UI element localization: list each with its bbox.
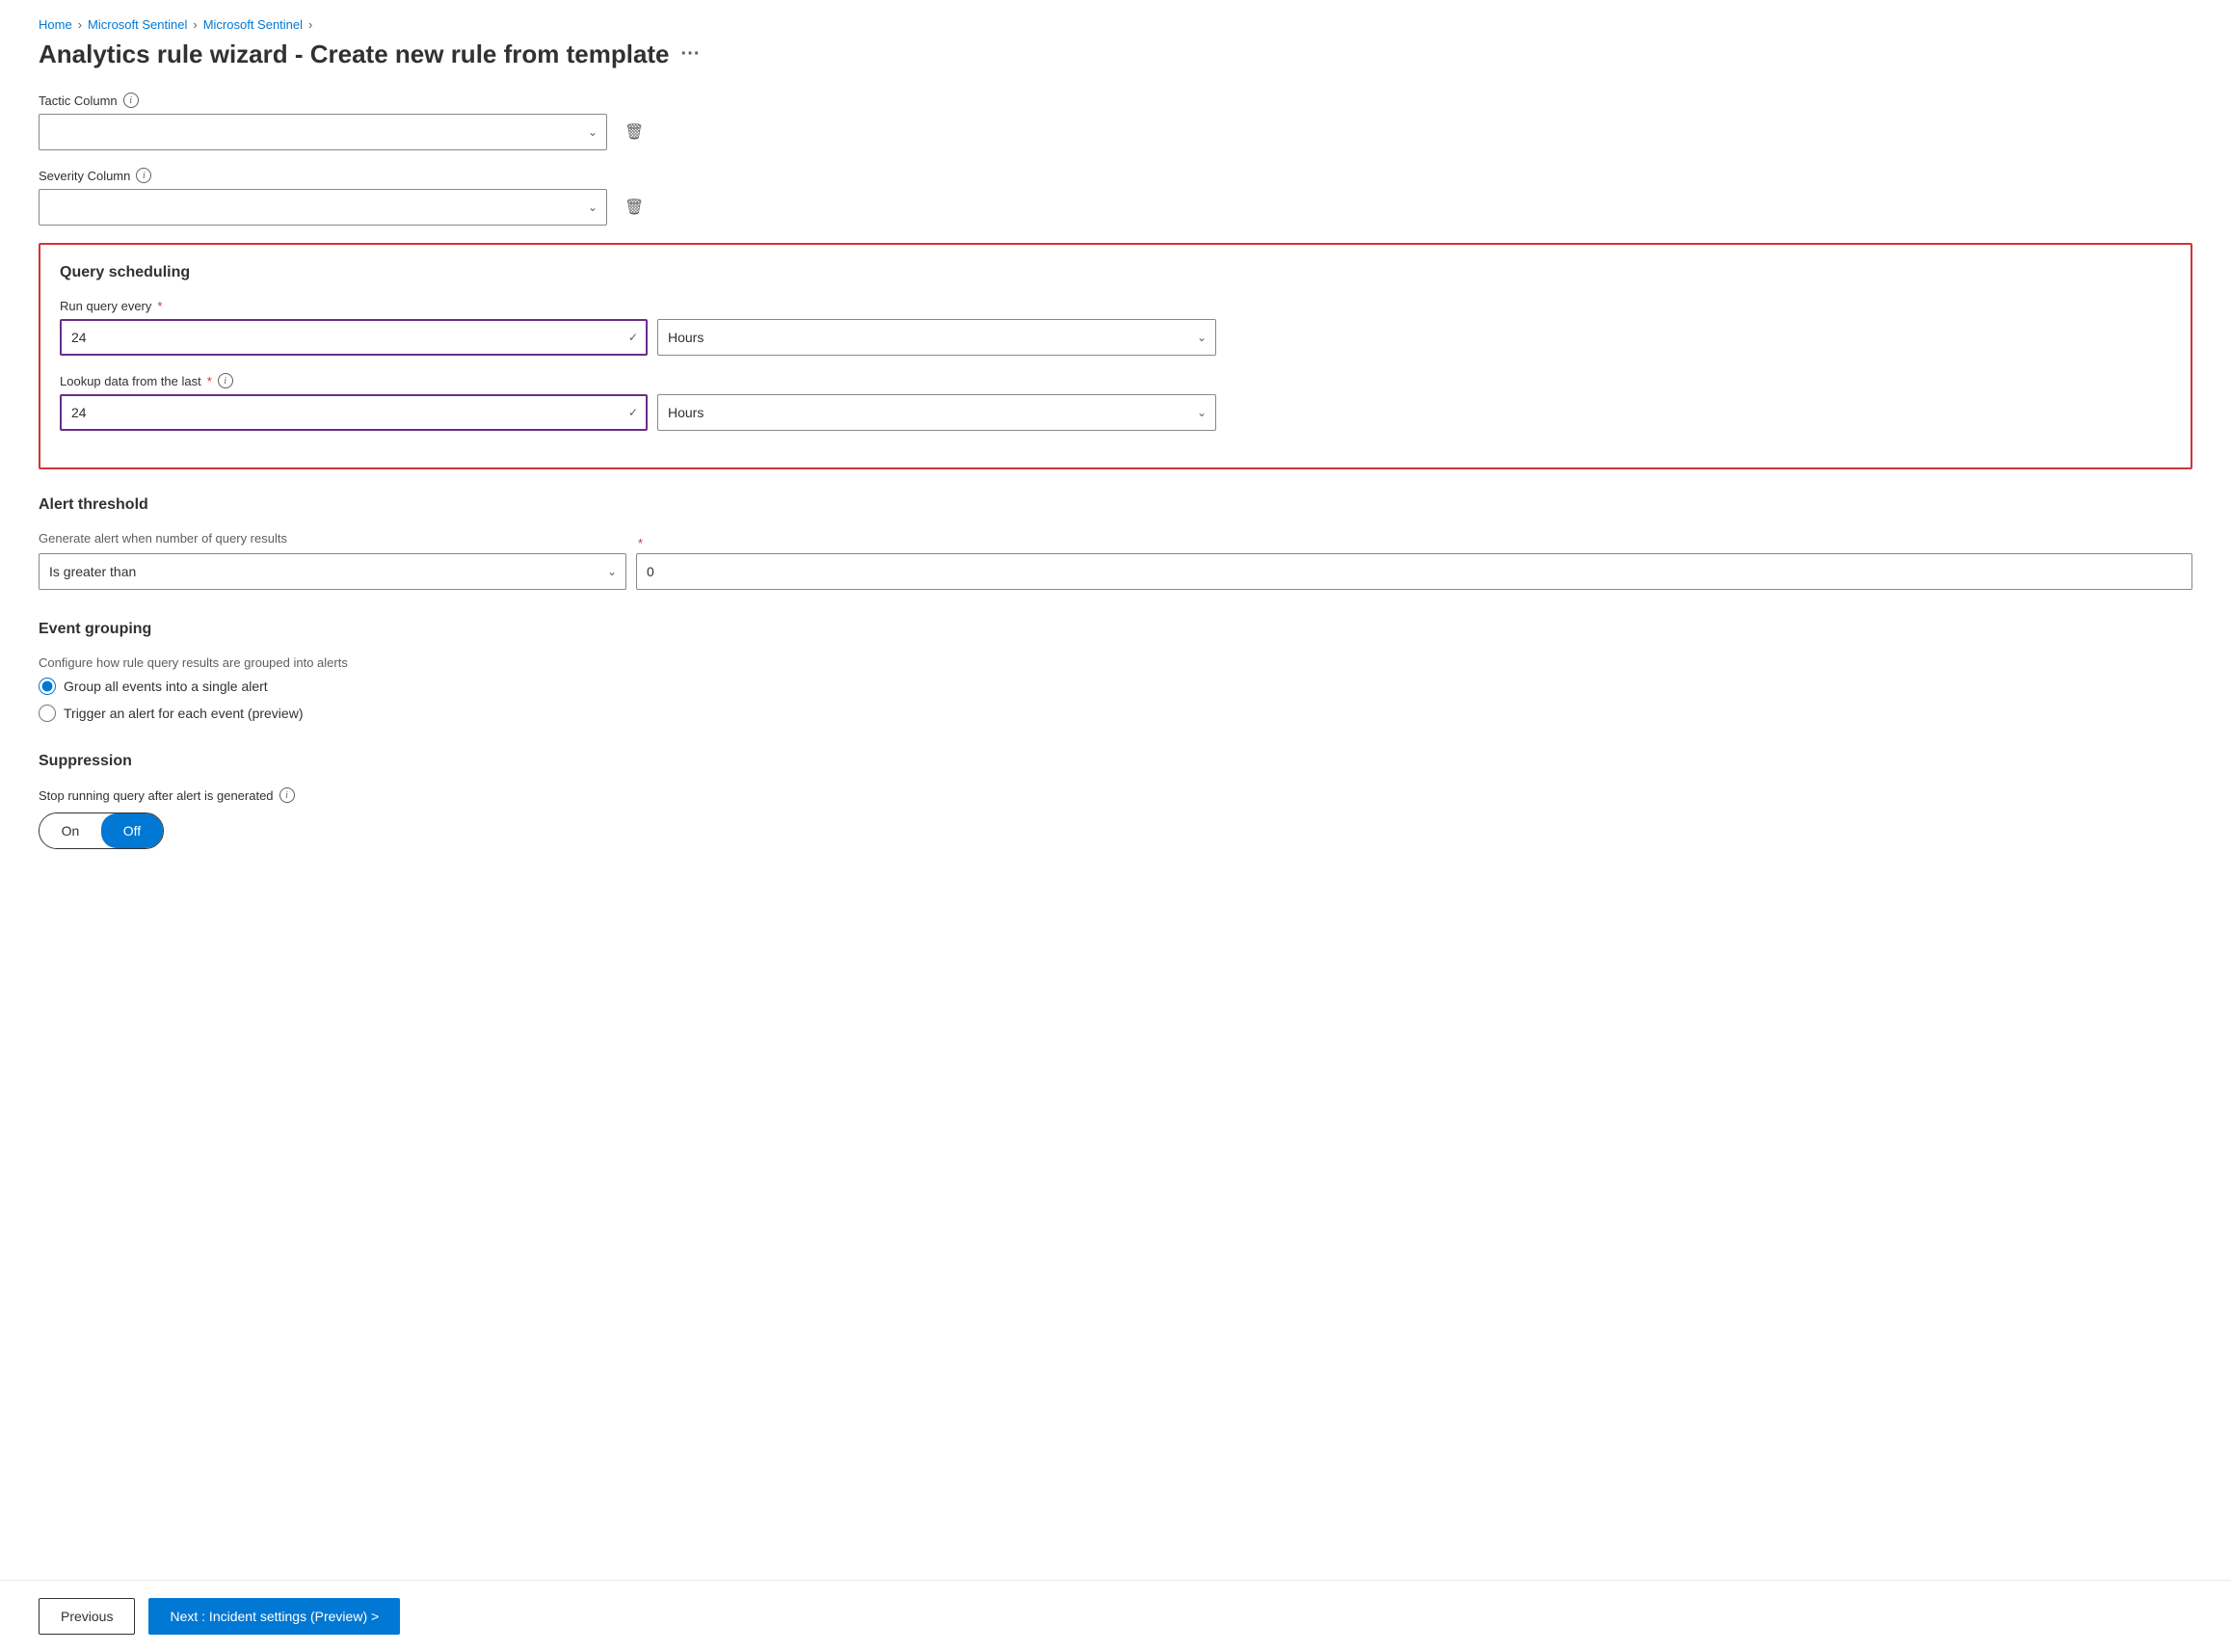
lookup-data-value-select[interactable]: 24 1 5 12	[60, 394, 648, 431]
radio-group-all[interactable]: Group all events into a single alert	[39, 678, 2192, 695]
lookup-data-value-wrapper: 24 1 5 12 ✓	[60, 394, 648, 431]
run-query-unit-wrapper: Hours Minutes Days ⌄	[657, 319, 1216, 356]
lookup-data-info-icon[interactable]: i	[218, 373, 233, 388]
radio-group-all-input[interactable]	[39, 678, 56, 695]
severity-column-select-wrapper: ⌄	[39, 189, 607, 226]
query-scheduling-title: Query scheduling	[60, 264, 2171, 281]
run-query-row: 24 1 5 12 ✓ Hours Minutes Days ⌄	[60, 319, 2171, 356]
event-grouping-title: Event grouping	[39, 621, 2192, 638]
breadcrumb-sentinel-1[interactable]: Microsoft Sentinel	[88, 17, 187, 32]
run-query-unit-select[interactable]: Hours Minutes Days	[657, 319, 1216, 356]
main-content: Tactic Column i ⌄ 🗑 Severity Column i ⌄	[0, 93, 2231, 849]
breadcrumb-sentinel-2[interactable]: Microsoft Sentinel	[203, 17, 303, 32]
run-query-group: Run query every * 24 1 5 12 ✓ Hours	[60, 299, 2171, 356]
lookup-data-required: *	[207, 374, 212, 388]
next-button[interactable]: Next : Incident settings (Preview) >	[148, 1598, 400, 1635]
suppression-title: Suppression	[39, 753, 2192, 770]
tactic-column-select[interactable]	[39, 114, 607, 150]
toggle-on-option[interactable]: On	[40, 813, 101, 848]
run-query-value-wrapper: 24 1 5 12 ✓	[60, 319, 648, 356]
severity-column-row: ⌄ 🗑	[39, 189, 2192, 226]
breadcrumb: Home › Microsoft Sentinel › Microsoft Se…	[0, 0, 2231, 40]
page-title: Analytics rule wizard - Create new rule …	[39, 40, 670, 69]
threshold-value-input[interactable]	[636, 553, 2192, 590]
lookup-data-row: 24 1 5 12 ✓ Hours Minutes Days ⌄	[60, 394, 2171, 431]
radio-trigger-each-input[interactable]	[39, 705, 56, 722]
query-scheduling-section: Query scheduling Run query every * 24 1 …	[39, 243, 2192, 469]
severity-column-select[interactable]	[39, 189, 607, 226]
run-query-required: *	[157, 299, 162, 313]
tactic-info-icon[interactable]: i	[123, 93, 139, 108]
breadcrumb-sep-1: ›	[78, 17, 82, 32]
lookup-data-label: Lookup data from the last * i	[60, 373, 2171, 388]
lookup-data-unit-wrapper: Hours Minutes Days ⌄	[657, 394, 1216, 431]
toggle-off-option[interactable]: Off	[101, 813, 163, 848]
lookup-data-unit-select[interactable]: Hours Minutes Days	[657, 394, 1216, 431]
tactic-column-row: ⌄ 🗑	[39, 114, 2192, 150]
threshold-input-group: *	[636, 553, 2192, 590]
breadcrumb-home[interactable]: Home	[39, 17, 72, 32]
threshold-condition-wrapper: Is greater than Is less than Is equal to…	[39, 553, 626, 590]
suppression-section: Suppression Stop running query after ale…	[39, 753, 2192, 849]
tactic-column-group: Tactic Column i ⌄ 🗑	[39, 93, 2192, 150]
severity-info-icon[interactable]: i	[136, 168, 151, 183]
run-query-value-select[interactable]: 24 1 5 12	[60, 319, 648, 356]
event-grouping-radio-group: Group all events into a single alert Tri…	[39, 678, 2192, 722]
threshold-condition-select[interactable]: Is greater than Is less than Is equal to…	[39, 553, 626, 590]
threshold-row: Is greater than Is less than Is equal to…	[39, 553, 2192, 590]
radio-trigger-each[interactable]: Trigger an alert for each event (preview…	[39, 705, 2192, 722]
tactic-delete-button[interactable]: 🗑	[617, 119, 651, 146]
suppression-info-icon[interactable]: i	[279, 787, 295, 803]
more-options-icon[interactable]: ···	[681, 43, 701, 66]
severity-delete-button[interactable]: 🗑	[617, 194, 651, 221]
suppression-toggle[interactable]: On Off	[39, 813, 164, 849]
event-grouping-description: Configure how rule query results are gro…	[39, 655, 2192, 670]
page-title-container: Analytics rule wizard - Create new rule …	[0, 40, 2231, 93]
previous-button[interactable]: Previous	[39, 1598, 135, 1635]
tactic-column-label: Tactic Column i	[39, 93, 2192, 108]
breadcrumb-sep-2: ›	[193, 17, 197, 32]
event-grouping-section: Event grouping Configure how rule query …	[39, 621, 2192, 722]
radio-group-all-label: Group all events into a single alert	[64, 679, 268, 694]
lookup-data-group: Lookup data from the last * i 24 1 5 12 …	[60, 373, 2171, 431]
tactic-column-select-wrapper: ⌄	[39, 114, 607, 150]
alert-threshold-title: Alert threshold	[39, 496, 2192, 514]
breadcrumb-sep-3: ›	[308, 17, 312, 32]
severity-column-label: Severity Column i	[39, 168, 2192, 183]
radio-trigger-each-label: Trigger an alert for each event (preview…	[64, 706, 303, 721]
suppression-description-label: Stop running query after alert is genera…	[39, 787, 2192, 803]
alert-threshold-description: Generate alert when number of query resu…	[39, 531, 2192, 546]
alert-threshold-section: Alert threshold Generate alert when numb…	[39, 496, 2192, 590]
run-query-label: Run query every *	[60, 299, 2171, 313]
footer: Previous Next : Incident settings (Previ…	[0, 1580, 2231, 1652]
severity-column-group: Severity Column i ⌄ 🗑	[39, 168, 2192, 226]
threshold-required-star: *	[638, 536, 643, 550]
